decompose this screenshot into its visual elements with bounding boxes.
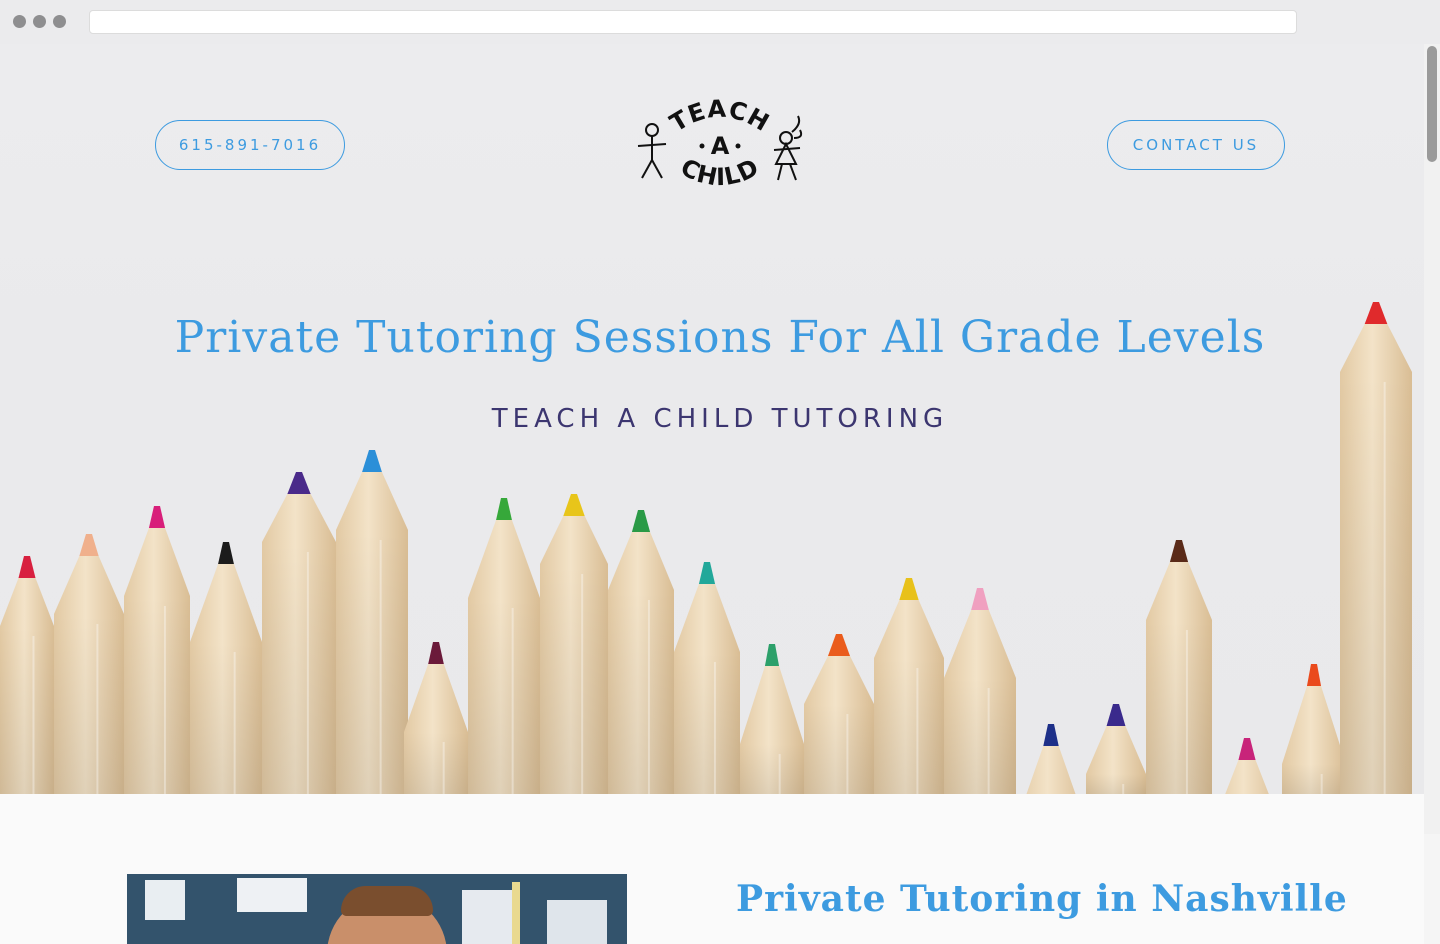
pencil-shade — [0, 626, 54, 794]
address-bar[interactable] — [89, 10, 1297, 34]
hero-section: 615-891-7016 TEACH A CHILD CONTACT US Pr… — [0, 44, 1424, 794]
pencil-tip — [496, 498, 512, 520]
contact-us-button[interactable]: CONTACT US — [1107, 120, 1285, 170]
pencil-shade — [874, 658, 944, 794]
pencil-tip — [1238, 738, 1256, 760]
pencil-shade — [740, 744, 804, 794]
logo-top-text: TEACH — [665, 95, 774, 138]
pencil-shade — [336, 530, 408, 794]
pencil-shade — [404, 732, 468, 794]
pencil-shade — [124, 596, 190, 794]
hero-title: Private Tutoring Sessions For All Grade … — [174, 312, 1266, 363]
pencil-shade — [540, 564, 608, 794]
pencil-shade — [468, 598, 540, 794]
browser-toolbar — [0, 0, 1440, 44]
pencil-shade — [54, 614, 124, 794]
pencil-tip — [1106, 704, 1126, 726]
hero-subtitle: TEACH A CHILD TUTORING — [491, 404, 949, 434]
pencil-tip — [1043, 724, 1059, 746]
pencil-shade — [944, 678, 1016, 794]
logo-mid-text: A — [711, 132, 730, 160]
section-title: Private Tutoring in Nashville — [736, 878, 1348, 920]
pencil-tip — [428, 642, 444, 664]
window-minimize-dot[interactable] — [33, 15, 46, 28]
pencil-shade — [608, 590, 674, 794]
pencil-tip — [218, 542, 234, 564]
pencil-tip — [899, 578, 919, 600]
contact-us-label: CONTACT US — [1132, 136, 1260, 154]
pencil-shade — [1086, 774, 1146, 794]
pencil-tip — [764, 644, 780, 666]
pencil-shade — [1282, 764, 1346, 794]
pencil-tip — [362, 450, 382, 472]
window-maximize-dot[interactable] — [53, 15, 66, 28]
phone-label: 615-891-7016 — [178, 136, 322, 154]
pencil-tip — [563, 494, 585, 516]
pencil-tip — [79, 534, 99, 556]
pencil-tip — [148, 506, 166, 528]
tutoring-photo — [127, 874, 627, 944]
pencil-tip — [631, 510, 651, 532]
pencil-shade — [190, 642, 262, 794]
pencil-tip — [1169, 540, 1189, 562]
scrollbar-track[interactable] — [1424, 44, 1440, 834]
intro-section: Private Tutoring in Nashville — [0, 794, 1424, 944]
scrollbar-thumb[interactable] — [1427, 46, 1437, 162]
pencil-tip — [828, 634, 850, 656]
phone-button[interactable]: 615-891-7016 — [155, 120, 345, 170]
pencil-shade — [804, 704, 874, 794]
pencil-tip — [18, 556, 36, 578]
stick-figure-girl-icon — [773, 115, 803, 181]
pencil-tip — [698, 562, 716, 584]
stick-figure-boy-icon — [637, 123, 667, 179]
pencil-shade — [262, 542, 336, 794]
window-close-dot[interactable] — [13, 15, 26, 28]
pencil-shade — [1340, 372, 1412, 794]
pencil-tip — [287, 472, 311, 494]
pencil-tip — [1306, 664, 1322, 686]
pencil-shade — [674, 652, 740, 794]
teach-a-child-logo[interactable]: TEACH A CHILD — [630, 94, 810, 194]
pencil-tip — [971, 588, 989, 610]
pencil-shade — [1146, 620, 1212, 794]
svg-text:TEACH: TEACH — [665, 95, 775, 138]
